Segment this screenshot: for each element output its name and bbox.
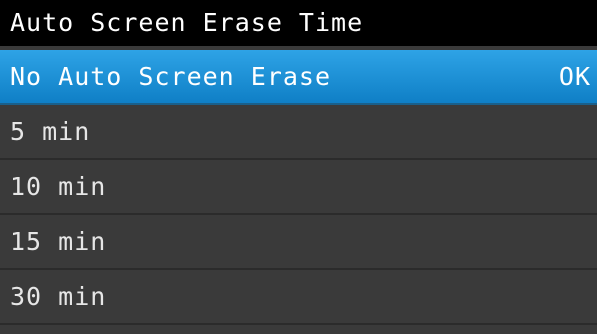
option-5-min[interactable]: 5 min bbox=[0, 105, 597, 160]
option-label: 10 min bbox=[10, 172, 107, 201]
option-list: No Auto Screen Erase OK 5 min 10 min 15 … bbox=[0, 50, 597, 325]
option-10-min[interactable]: 10 min bbox=[0, 160, 597, 215]
screen-title: Auto Screen Erase Time bbox=[0, 0, 597, 46]
option-15-min[interactable]: 15 min bbox=[0, 215, 597, 270]
option-label: 15 min bbox=[10, 227, 107, 256]
option-label: 5 min bbox=[10, 117, 91, 146]
lcd-screen: Auto Screen Erase Time No Auto Screen Er… bbox=[0, 0, 597, 334]
option-no-auto-screen-erase[interactable]: No Auto Screen Erase OK bbox=[0, 50, 597, 105]
option-label: No Auto Screen Erase bbox=[10, 62, 332, 91]
option-label: 30 min bbox=[10, 282, 107, 311]
ok-indicator[interactable]: OK bbox=[559, 50, 591, 103]
option-30-min[interactable]: 30 min bbox=[0, 270, 597, 325]
